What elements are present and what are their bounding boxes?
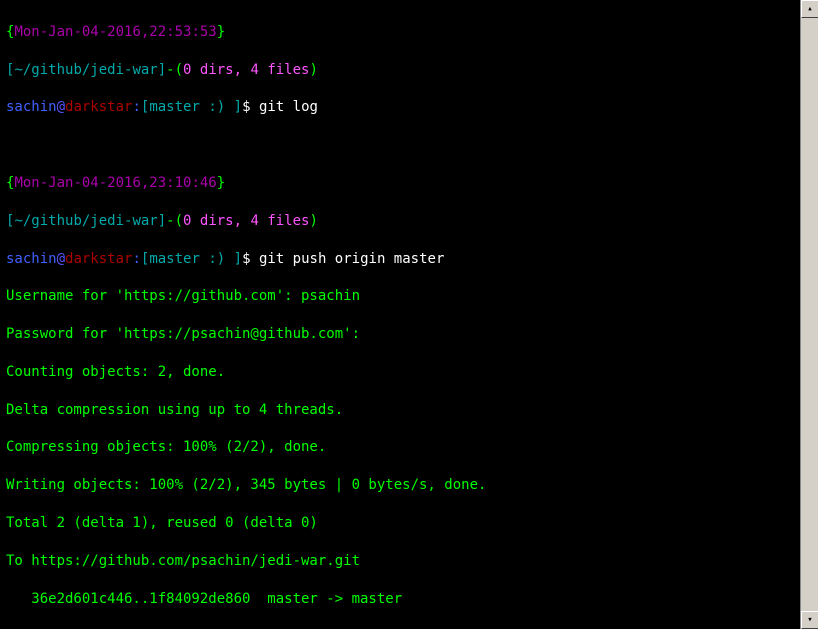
output-line: 36e2d601c446..1f84092de860 master -> mas… bbox=[6, 590, 794, 609]
output-line: Password for 'https://psachin@github.com… bbox=[6, 325, 794, 344]
output-line: Writing objects: 100% (2/2), 345 bytes |… bbox=[6, 476, 794, 495]
git-branch: master :) bbox=[149, 99, 233, 115]
username: sachin bbox=[6, 99, 57, 115]
scroll-down-button[interactable]: ▾ bbox=[801, 611, 818, 629]
cwd: ~/github/jedi-war bbox=[14, 62, 157, 78]
prompt-symbol: $ bbox=[242, 251, 250, 267]
output-line: Delta compression using up to 4 threads. bbox=[6, 401, 794, 420]
output-line: To https://github.com/psachin/jedi-war.g… bbox=[6, 552, 794, 571]
output-line: Counting objects: 2, done. bbox=[6, 363, 794, 382]
prompt-line: sachin@darkstar:[master :) ]$ git log bbox=[6, 98, 794, 117]
timestamp-line: {Mon-Jan-04-2016,23:10:46} bbox=[6, 174, 794, 193]
hostname: darkstar bbox=[65, 99, 132, 115]
path-line: [~/github/jedi-war]-(0 dirs, 4 files) bbox=[6, 61, 794, 80]
timestamp: Mon-Jan-04-2016,23:10:46 bbox=[14, 175, 216, 191]
prompt-symbol: $ bbox=[242, 99, 250, 115]
output-line: Username for 'https://github.com': psach… bbox=[6, 287, 794, 306]
scrollbar[interactable]: ▴ ▾ bbox=[800, 0, 818, 629]
prompt-line: sachin@darkstar:[master :) ]$ git push o… bbox=[6, 250, 794, 269]
scroll-up-button[interactable]: ▴ bbox=[801, 0, 818, 18]
blank-line bbox=[6, 136, 794, 155]
scroll-track[interactable] bbox=[801, 18, 818, 611]
output-line: Total 2 (delta 1), reused 0 (delta 0) bbox=[6, 514, 794, 533]
terminal[interactable]: {Mon-Jan-04-2016,22:53:53} [~/github/jed… bbox=[0, 0, 800, 629]
username: sachin bbox=[6, 251, 57, 267]
path-line: [~/github/jedi-war]-(0 dirs, 4 files) bbox=[6, 212, 794, 231]
hostname: darkstar bbox=[65, 251, 132, 267]
dir-stats: 0 dirs, 4 files bbox=[183, 213, 309, 229]
command-input[interactable]: git push origin master bbox=[259, 251, 444, 267]
timestamp-line: {Mon-Jan-04-2016,22:53:53} bbox=[6, 23, 794, 42]
timestamp: Mon-Jan-04-2016,22:53:53 bbox=[14, 24, 216, 40]
git-branch: master :) bbox=[149, 251, 233, 267]
command-input[interactable]: git log bbox=[259, 99, 318, 115]
cwd: ~/github/jedi-war bbox=[14, 213, 157, 229]
output-line: Compressing objects: 100% (2/2), done. bbox=[6, 438, 794, 457]
dir-stats: 0 dirs, 4 files bbox=[183, 62, 309, 78]
